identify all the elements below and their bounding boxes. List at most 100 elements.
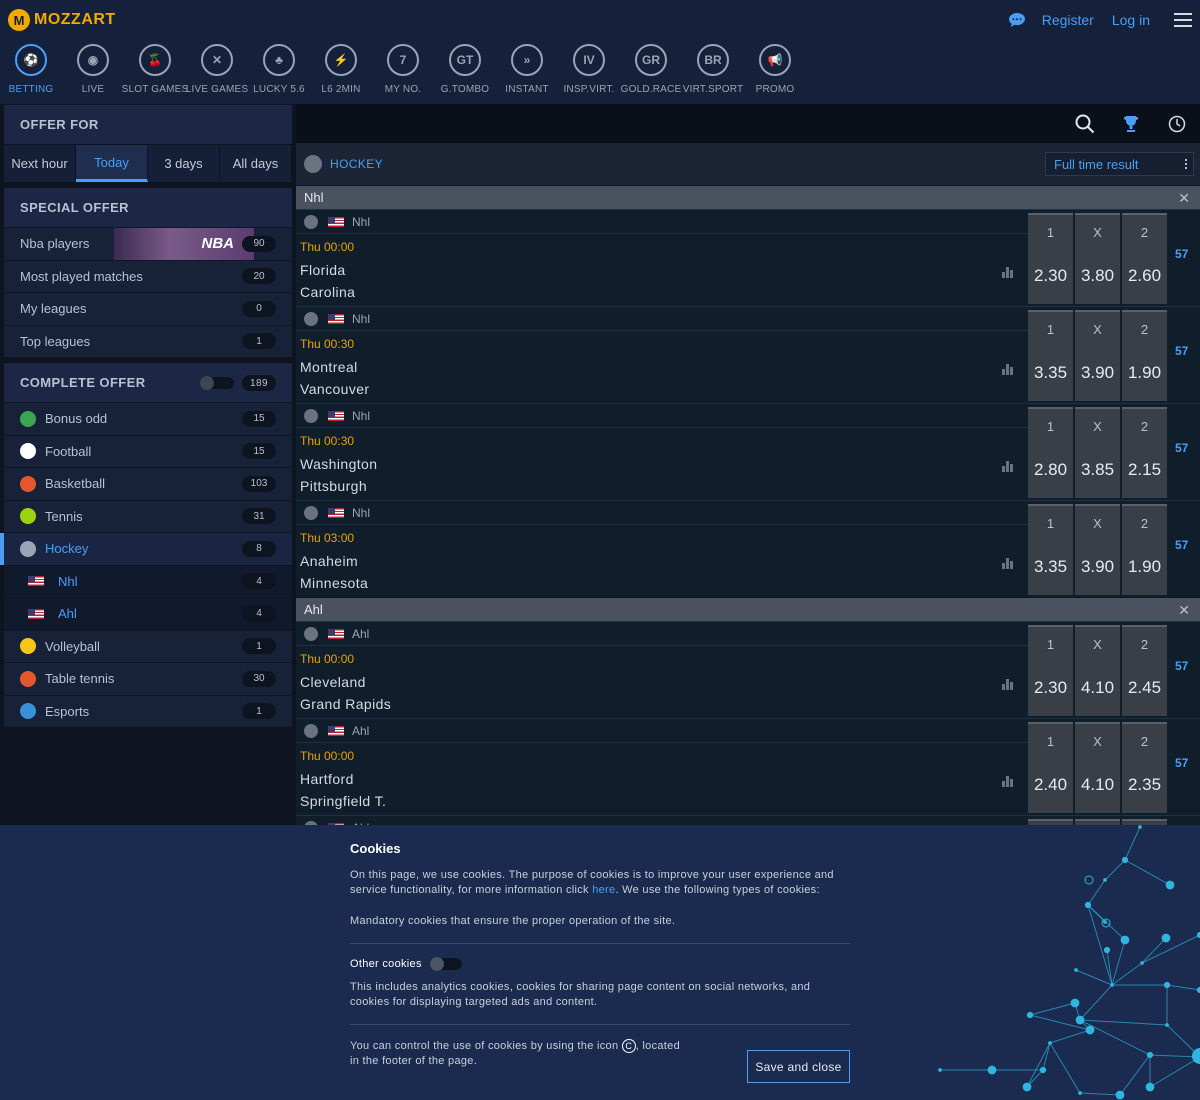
other-cookies-toggle[interactable] <box>429 957 462 971</box>
stats-icon[interactable] <box>1002 677 1013 690</box>
match-row[interactable]: Ahl Thu 00:00 Hartford Springfield T. 1 2.40 X… <box>296 718 1200 815</box>
more-markets-link[interactable]: 57 <box>1175 441 1188 455</box>
match-row[interactable]: Ahl Thu 00:00 Cleveland Grand Rapids 1 2.30 X 4… <box>296 621 1200 718</box>
nav-item-slot-games[interactable]: 🍒 SLOT GAMES <box>122 44 188 95</box>
login-link[interactable]: Log in <box>1112 12 1150 28</box>
odd-button-x[interactable]: X 3.90 <box>1075 310 1120 401</box>
odd-button-2[interactable]: 2 1.90 <box>1122 504 1167 595</box>
nav-item-gold-race[interactable]: GR GOLD.RACE <box>620 44 682 95</box>
sport-item-football[interactable]: Football 15 <box>4 434 292 467</box>
sport-item-table-tennis[interactable]: Table tennis 30 <box>4 662 292 695</box>
gt-icon: GT <box>449 44 481 76</box>
match-row[interactable]: Nhl Thu 03:00 Anaheim Minnesota 1 3.35 X 3.90 2 1… <box>296 500 1200 597</box>
sport-item-volleyball[interactable]: Volleyball 1 <box>4 629 292 662</box>
odd-button-2[interactable]: 2 2.35 <box>1122 722 1167 813</box>
period-tab-today[interactable]: Today <box>76 145 148 182</box>
chat-icon[interactable] <box>1008 12 1026 28</box>
odd-button-x[interactable]: X 4.10 <box>1075 625 1120 716</box>
odd-button-x[interactable]: X 3.90 <box>1075 504 1120 595</box>
odd-button-1[interactable]: 1 2.80 <box>1028 407 1073 498</box>
register-link[interactable]: Register <box>1042 12 1094 28</box>
odd-button-1[interactable]: 1 2.30 <box>1028 625 1073 716</box>
more-markets-link[interactable]: 57 <box>1175 538 1188 552</box>
odd-value: 3.90 <box>1080 363 1115 382</box>
sport-item-label: Hockey <box>45 541 89 557</box>
divider <box>350 943 850 944</box>
odd-button-2[interactable]: 2 2.45 <box>1122 625 1167 716</box>
complete-offer-toggle[interactable] <box>200 375 234 390</box>
special-item-label: Nba players <box>20 236 90 252</box>
nav-item-insp-virt-[interactable]: IV INSP.VIRT. <box>558 44 620 95</box>
odd-button-1[interactable]: 1 2.40 <box>1028 722 1073 813</box>
network-graphic <box>938 825 1200 1100</box>
close-icon[interactable]: ✕ <box>1178 190 1190 207</box>
special-item[interactable]: Most played matches 20 <box>4 259 292 292</box>
special-item[interactable]: Top leagues 1 <box>4 324 292 357</box>
stats-icon[interactable] <box>1002 362 1013 375</box>
odd-button-x[interactable]: X 3.80 <box>1075 213 1120 304</box>
cookie-here-link[interactable]: here <box>592 884 615 896</box>
match-row[interactable]: Nhl Thu 00:30 Montreal Vancouver 1 3.35 X 3.90 2… <box>296 306 1200 403</box>
menu-icon[interactable] <box>1174 13 1192 27</box>
odd-button-2[interactable]: 2 1.90 <box>1122 310 1167 401</box>
odd-button-1[interactable]: 1 2.30 <box>1028 213 1073 304</box>
market-select[interactable]: Full time result <box>1045 152 1194 176</box>
sport-item-hockey[interactable]: Hockey 8 <box>0 532 292 565</box>
nav-item-live-games[interactable]: ✕ LIVE GAMES <box>186 44 248 95</box>
close-icon[interactable]: ✕ <box>1178 602 1190 619</box>
stats-icon[interactable] <box>1002 774 1013 787</box>
more-markets-link[interactable]: 57 <box>1175 756 1188 770</box>
nav-item-live[interactable]: ◉ LIVE <box>62 44 124 95</box>
special-item[interactable]: NBA Nba players 90 <box>4 227 292 260</box>
match-time: Thu 00:00 <box>300 652 355 666</box>
period-tab-all-days[interactable]: All days <box>220 145 292 182</box>
nav-item-instant[interactable]: » INSTANT <box>496 44 558 95</box>
home-team: Washington <box>300 456 378 472</box>
sport-item-esports[interactable]: Esports 1 <box>4 694 292 727</box>
sport-item-ahl[interactable]: Ahl 4 <box>4 597 292 630</box>
odd-button-2[interactable]: 2 2.60 <box>1122 213 1167 304</box>
sport-item-basketball[interactable]: Basketball 103 <box>4 467 292 500</box>
sport-item-nhl[interactable]: Nhl 4 <box>4 564 292 597</box>
odd-label: X <box>1093 225 1102 240</box>
more-markets-link[interactable]: 57 <box>1175 344 1188 358</box>
stats-icon[interactable] <box>1002 459 1013 472</box>
nav-item-l6-2min[interactable]: ⚡ L6 2MIN <box>310 44 372 95</box>
save-and-close-button[interactable]: Save and close <box>747 1050 850 1083</box>
period-tab-next-hour[interactable]: Next hour <box>4 145 76 182</box>
more-markets-link[interactable]: 57 <box>1175 659 1188 673</box>
stats-icon[interactable] <box>1002 265 1013 278</box>
nav-item-betting[interactable]: ⚽ BETTING <box>0 44 62 95</box>
sport-item-tennis[interactable]: Tennis 31 <box>4 499 292 532</box>
search-icon[interactable] <box>1062 104 1108 143</box>
iv-icon: IV <box>573 44 605 76</box>
match-row[interactable]: Nhl Thu 00:30 Washington Pittsburgh 1 2.80 X 3.… <box>296 403 1200 500</box>
odd-value: 2.15 <box>1127 460 1162 479</box>
count-badge: 90 <box>242 235 276 252</box>
hockey-puck-icon <box>304 505 318 520</box>
trophy-icon[interactable] <box>1108 104 1154 143</box>
nav-item-g-tombo[interactable]: GT G.TOMBO <box>434 44 496 95</box>
odd-button-1[interactable]: 1 3.35 <box>1028 504 1073 595</box>
league-header[interactable]: Ahl ✕ <box>296 597 1200 621</box>
divider <box>350 1024 850 1025</box>
period-tab-3-days[interactable]: 3 days <box>148 145 220 182</box>
odd-button-x[interactable]: X 4.10 <box>1075 722 1120 813</box>
nav-item-promo[interactable]: 📢 PROMO <box>744 44 806 95</box>
count-badge: 15 <box>242 410 276 427</box>
nav-item-lucky-5-6[interactable]: ♣ LUCKY 5.6 <box>248 44 310 95</box>
match-row[interactable]: Nhl Thu 00:00 Florida Carolina 1 2.30 X 3.80 2 2.… <box>296 209 1200 306</box>
more-markets-link[interactable]: 57 <box>1175 247 1188 261</box>
clock-icon[interactable] <box>1154 104 1200 143</box>
sport-item-bonus-odd[interactable]: Bonus odd 15 <box>4 402 292 435</box>
nav-item-my-no-[interactable]: 7 MY NO. <box>372 44 434 95</box>
mozzart-logo[interactable]: M MOZZART <box>8 9 116 31</box>
odd-button-1[interactable]: 1 3.35 <box>1028 310 1073 401</box>
sport-item-label: Football <box>45 443 92 459</box>
league-header[interactable]: Nhl ✕ <box>296 185 1200 209</box>
odd-button-2[interactable]: 2 2.15 <box>1122 407 1167 498</box>
stats-icon[interactable] <box>1002 556 1013 569</box>
special-item[interactable]: My leagues 0 <box>4 292 292 325</box>
nav-item-virt-sport[interactable]: BR VIRT.SPORT <box>682 44 744 95</box>
odd-button-x[interactable]: X 3.85 <box>1075 407 1120 498</box>
